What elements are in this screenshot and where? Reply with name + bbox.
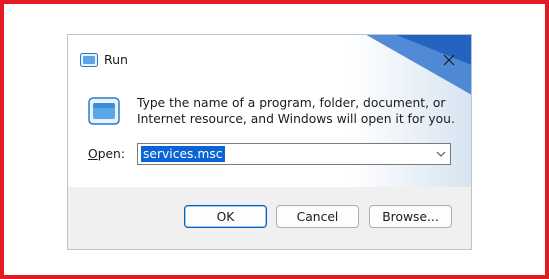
open-combobox[interactable]: services.msc — [137, 143, 451, 165]
cancel-button[interactable]: Cancel — [276, 205, 359, 228]
close-button[interactable] — [427, 47, 471, 73]
title-bar: Run — [68, 35, 471, 85]
ok-button[interactable]: OK — [184, 205, 267, 228]
run-app-icon — [88, 97, 120, 125]
description-text: Type the name of a program, folder, docu… — [137, 96, 455, 126]
open-input-value[interactable]: services.msc — [141, 146, 225, 162]
open-label-accelerator: O — [88, 147, 98, 161]
chevron-down-icon[interactable] — [436, 149, 446, 159]
browse-button[interactable]: Browse... — [369, 205, 452, 228]
window-title: Run — [104, 52, 128, 67]
open-label-rest: pen: — [97, 147, 125, 161]
run-icon — [80, 53, 98, 67]
open-label: Open: — [88, 147, 125, 161]
run-dialog: Run Type the name of a program, folder, … — [67, 34, 472, 250]
close-icon — [443, 54, 455, 66]
